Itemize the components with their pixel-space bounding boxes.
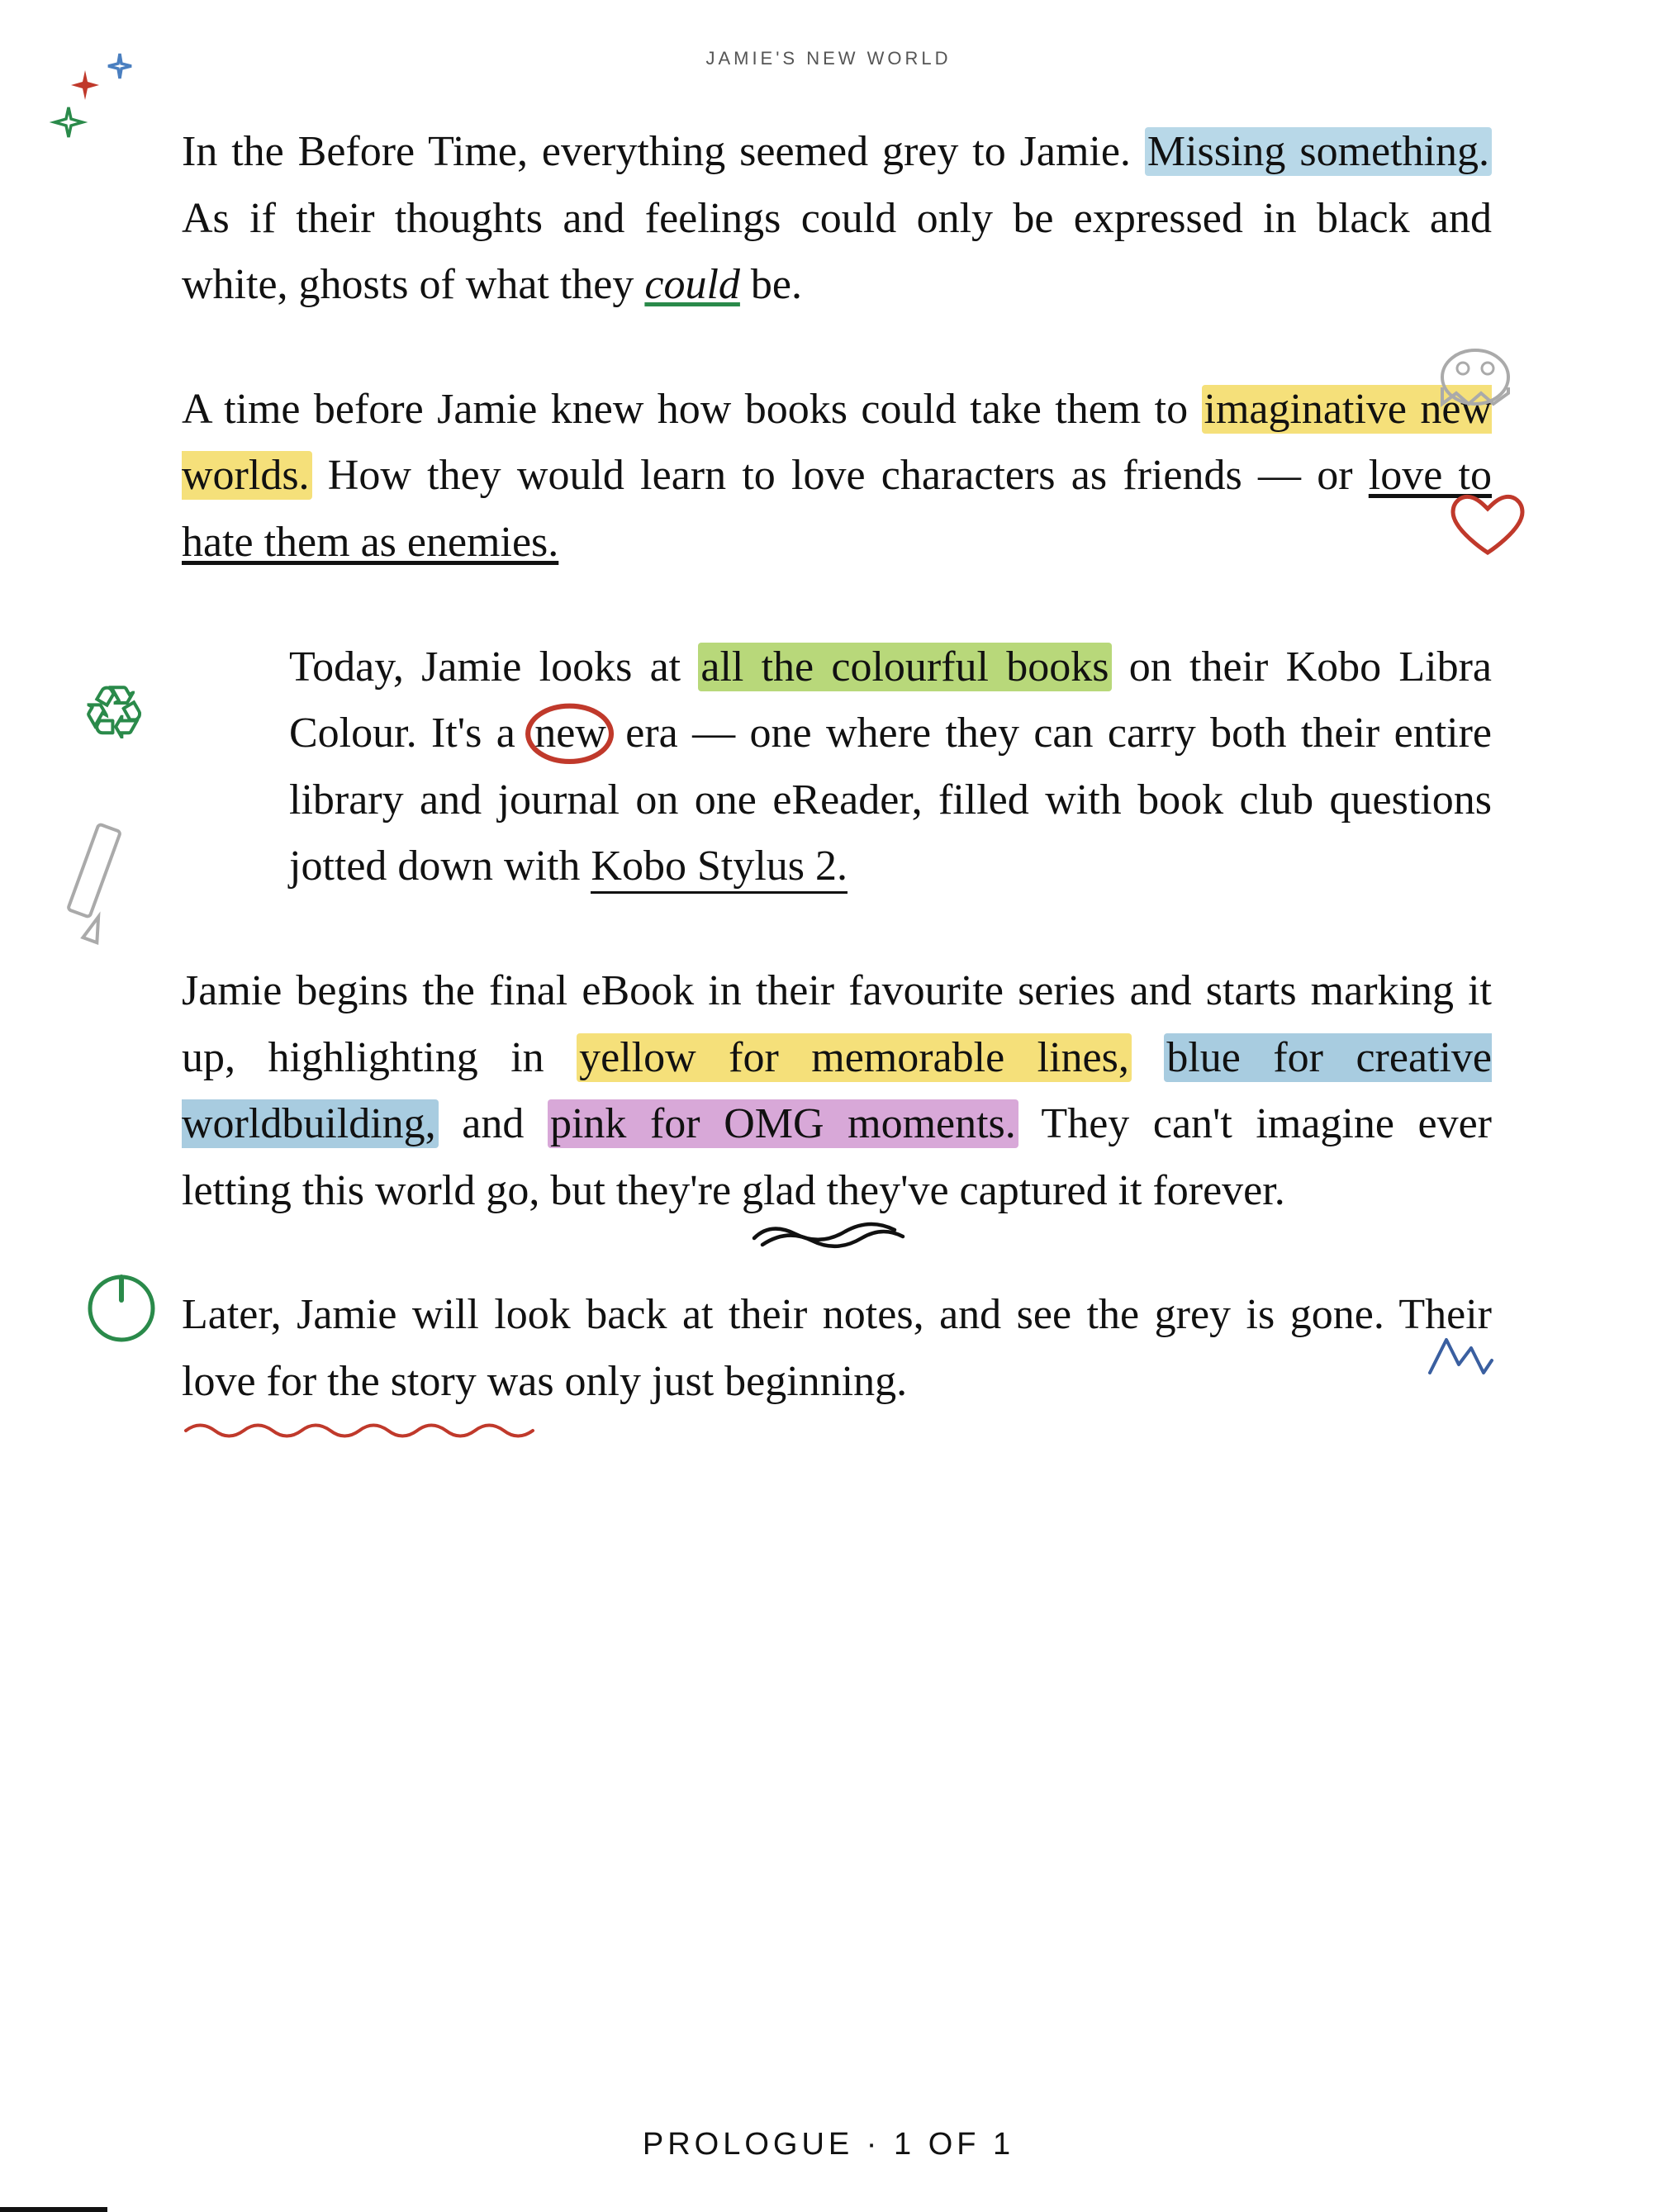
circled-new: new [529,700,611,767]
paragraph-2: A time before Jamie knew how books could… [182,377,1492,577]
star-mark-icon [1426,1336,1496,1389]
power-icon [78,1263,165,1354]
recycle-icon: ♻ [78,664,165,755]
paragraph-4: Jamie begins the final eBook in their fa… [182,958,1492,1224]
wave-underline [182,1416,537,1449]
underline-enemies: love to hate them as enemies. [182,452,1492,566]
page-title: JAMIE'S NEW WORLD [0,0,1657,69]
highlight-missing-something: Missing something. [1145,127,1492,176]
highlight-pink-omg: pink for OMG moments. [548,1099,1018,1148]
highlight-colourful-books: all the colourful books [698,643,1111,691]
ghost-icon [1438,325,1512,412]
squiggle-icon [746,1213,911,1255]
highlight-yellow-lines: yellow for memorable lines, [577,1033,1132,1082]
paragraph-5: Later, Jamie will look back at their not… [182,1282,1492,1415]
heart-icon [1446,491,1529,569]
footer-line [0,2207,107,2212]
highlight-imaginative-worlds: imaginative new worlds. [182,385,1492,501]
kobo-stylus-underline: Kobo Stylus 2. [591,843,847,894]
paragraph-1: In the Before Time, everything seemed gr… [182,119,1492,319]
italic-could: could [644,261,740,308]
footer-label: PROLOGUE · 1 OF 1 [0,2127,1657,2162]
svg-text:♻: ♻ [83,675,145,751]
paragraph-3: Today, Jamie looks at all the colourful … [182,634,1492,900]
pencil-icon [58,821,128,953]
